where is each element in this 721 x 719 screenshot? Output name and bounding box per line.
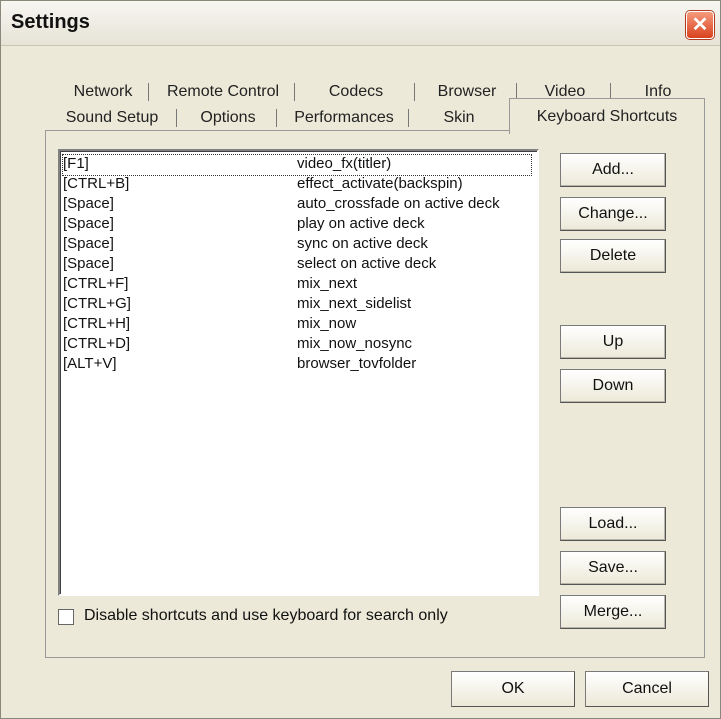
- delete-button[interactable]: Delete: [560, 239, 666, 273]
- shortcut-key: [CTRL+B]: [63, 175, 130, 192]
- ok-button[interactable]: OK: [451, 671, 575, 707]
- add-button[interactable]: Add...: [560, 153, 666, 187]
- shortcut-key: [CTRL+G]: [63, 295, 131, 312]
- shortcut-action: mix_now: [297, 315, 357, 332]
- shortcut-action: mix_next_sidelist: [297, 295, 412, 312]
- shortcut-key: [CTRL+F]: [63, 275, 129, 292]
- shortcut-action: mix_next: [297, 275, 358, 292]
- shortcut-key: [CTRL+D]: [63, 335, 131, 352]
- disable-shortcuts-label[interactable]: Disable shortcuts and use keyboard for s…: [84, 607, 448, 625]
- shortcut-key: [Space]: [63, 215, 114, 232]
- tab-remote-control[interactable]: Remote Control: [151, 79, 295, 105]
- load-button[interactable]: Load...: [560, 507, 666, 541]
- tab-browser[interactable]: Browser: [417, 79, 517, 105]
- shortcut-key: [F1]: [63, 155, 89, 172]
- save-button[interactable]: Save...: [560, 551, 666, 585]
- tab-codecs[interactable]: Codecs: [297, 79, 415, 105]
- window-title: Settings: [11, 11, 90, 33]
- tab-skin[interactable]: Skin: [411, 105, 507, 131]
- tab-sound-setup[interactable]: Sound Setup: [47, 105, 177, 131]
- shortcut-key: [Space]: [63, 195, 114, 212]
- shortcut-key: [CTRL+H]: [63, 315, 131, 332]
- shortcut-action: sync on active deck: [297, 235, 428, 252]
- disable-shortcuts-checkbox[interactable]: [58, 609, 74, 625]
- tab-performances[interactable]: Performances: [279, 105, 409, 131]
- shortcut-action: video_fx(titler): [297, 155, 392, 172]
- shortcut-action: auto_crossfade on active deck: [297, 195, 500, 212]
- down-button[interactable]: Down: [560, 369, 666, 403]
- shortcut-action: mix_now_nosync: [297, 335, 413, 352]
- change-button[interactable]: Change...: [560, 197, 666, 231]
- cancel-button[interactable]: Cancel: [585, 671, 709, 707]
- tab-keyboard-shortcuts[interactable]: Keyboard Shortcuts: [509, 98, 705, 134]
- shortcut-key: [Space]: [63, 235, 114, 252]
- keyboard-shortcuts-panel: [F1] video_fx(titler) [CTRL+B] effect_ac…: [45, 130, 705, 658]
- merge-button[interactable]: Merge...: [560, 595, 666, 629]
- shortcuts-list[interactable]: [F1] video_fx(titler) [CTRL+B] effect_ac…: [58, 149, 539, 596]
- shortcut-action: browser_tovfolder: [297, 355, 417, 372]
- tab-network[interactable]: Network: [57, 79, 149, 105]
- title-bar: Settings ✕: [1, 1, 720, 46]
- tab-options[interactable]: Options: [179, 105, 277, 131]
- up-button[interactable]: Up: [560, 325, 666, 359]
- close-button[interactable]: ✕: [686, 11, 714, 39]
- shortcut-action: play on active deck: [297, 215, 425, 232]
- settings-window: Settings ✕ Network Remote Control Codecs…: [0, 0, 721, 719]
- shortcut-key: [Space]: [63, 255, 114, 272]
- shortcut-action: select on active deck: [297, 255, 437, 272]
- shortcut-key: [ALT+V]: [63, 355, 117, 372]
- shortcut-action: effect_activate(backspin): [297, 175, 463, 192]
- list-item[interactable]: [F1] video_fx(titler): [62, 154, 532, 176]
